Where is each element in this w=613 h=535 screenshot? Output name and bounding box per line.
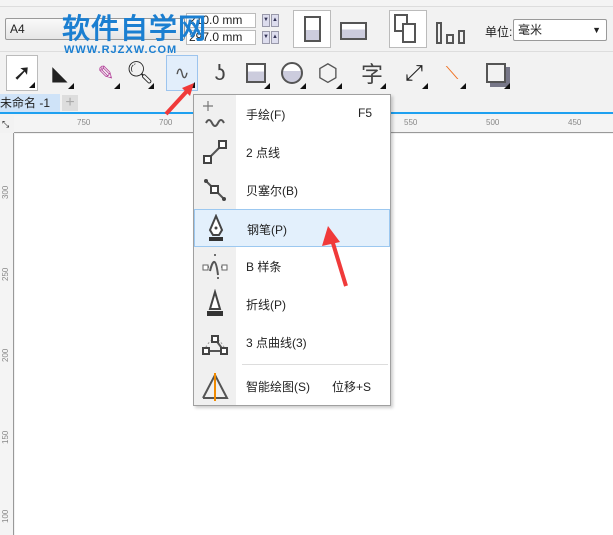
shape-tool[interactable]: ◣ xyxy=(44,55,76,91)
height-spin-up[interactable]: ▲ xyxy=(271,31,279,44)
ruler-label: 450 xyxy=(568,118,582,127)
landscape-button[interactable] xyxy=(340,22,367,40)
menu-item-label: 贝塞尔(B) xyxy=(246,184,298,198)
artistic-media-icon: ʖ xyxy=(214,60,226,85)
menu-item-label: 智能绘图(S) xyxy=(246,380,310,394)
unit-value: 毫米 xyxy=(518,23,543,37)
menu-item-label: 手绘(F) xyxy=(246,108,286,122)
portrait-button[interactable] xyxy=(293,10,331,48)
menu-item-bezier[interactable]: 贝塞尔(B) xyxy=(194,171,390,209)
menu-item-shortcut: 位移+S xyxy=(332,380,372,394)
pen-icon xyxy=(208,214,224,241)
menu-item-label: 钢笔(P) xyxy=(247,223,287,237)
page-size-value: A4 xyxy=(10,22,25,36)
shadow-icon xyxy=(486,63,506,83)
width-spin-up[interactable]: ▲ xyxy=(271,14,279,27)
dimension-tool[interactable]: ⤢ xyxy=(398,55,430,91)
eraser-tool[interactable]: ✎ xyxy=(90,55,122,91)
eraser-icon: ✎ xyxy=(97,62,115,85)
three-point-curve-icon xyxy=(202,335,228,355)
ruler-label: 200 xyxy=(1,348,10,362)
shadow-tool[interactable] xyxy=(480,55,512,91)
red-arrow-annotation xyxy=(164,83,194,116)
curve-tools-flyout-menu: 手绘(F) F5 2 点线 贝塞尔(B) 钢笔(P) B 样条 折线(P) 3 … xyxy=(193,94,391,406)
height-spin-down[interactable]: ▼ xyxy=(262,31,270,44)
pick-tool[interactable]: ➚ xyxy=(6,55,38,91)
menu-item-label: 3 点曲线(3) xyxy=(246,336,307,350)
watermark-logo: 软件自学网 WWW.RJZXW.COM xyxy=(62,13,208,57)
portrait-icon xyxy=(304,16,321,42)
rectangle-icon xyxy=(246,63,266,83)
menu-separator xyxy=(242,364,388,365)
menu-item-polyline[interactable]: 折线(P) xyxy=(194,285,390,323)
ruler-label: 100 xyxy=(1,509,10,523)
menu-item-smart-drawing[interactable]: 智能绘图(S) 位移+S xyxy=(194,367,390,405)
ruler-label: 750 xyxy=(77,118,91,127)
watermark-title: 软件自学网 xyxy=(62,13,208,44)
vertical-ruler: 300 250 200 150 100 xyxy=(0,133,14,535)
ruler-origin-icon[interactable]: ⤡ xyxy=(2,119,9,130)
unit-label: 单位: xyxy=(485,25,513,39)
bezier-icon xyxy=(204,179,226,201)
red-arrow-annotation xyxy=(322,226,348,287)
ruler-label: 250 xyxy=(1,267,10,281)
ellipse-icon xyxy=(281,62,303,84)
all-pages-button[interactable] xyxy=(389,10,427,48)
shape-icon: ◣ xyxy=(52,62,68,85)
two-point-line-icon xyxy=(203,140,227,164)
menu-item-b-spline[interactable]: B 样条 xyxy=(194,247,390,285)
polyline-icon xyxy=(207,289,223,316)
dimension-icon: ⤢ xyxy=(405,60,423,85)
b-spline-icon xyxy=(202,254,228,279)
menu-item-2-point-line[interactable]: 2 点线 xyxy=(194,133,390,171)
add-tab-button[interactable]: + xyxy=(62,95,78,111)
ruler-label: 300 xyxy=(1,185,10,199)
zoom-tool[interactable]: 🔍︎ xyxy=(124,55,156,91)
connector-icon: ⟍ xyxy=(445,62,459,83)
chevron-down-icon: ▼ xyxy=(592,25,601,35)
text-tool[interactable]: 字 xyxy=(356,55,388,91)
freehand-icon xyxy=(203,101,225,127)
menu-item-pen[interactable]: 钢笔(P) xyxy=(194,209,390,247)
menu-item-label: B 样条 xyxy=(246,260,282,274)
rectangle-tool[interactable] xyxy=(240,55,272,91)
toolbox: ➚ ◣ ✎ 🔍︎ ∿ ʖ ⬡ 字 ⤢ ⟍ xyxy=(0,53,613,93)
polygon-tool[interactable]: ⬡ xyxy=(312,55,344,91)
menu-item-label: 2 点线 xyxy=(246,146,281,160)
ruler-label: 150 xyxy=(1,430,10,444)
smart-drawing-icon xyxy=(202,372,229,401)
connector-tool[interactable]: ⟍ xyxy=(436,55,468,91)
menu-item-freehand[interactable]: 手绘(F) F5 xyxy=(194,95,390,133)
menu-item-label: 折线(P) xyxy=(246,298,286,312)
menu-item-3-point-curve[interactable]: 3 点曲线(3) xyxy=(194,323,390,361)
unit-select[interactable]: 毫米 ▼ xyxy=(513,19,607,41)
current-page-button[interactable] xyxy=(436,22,468,44)
ruler-label: 550 xyxy=(404,118,418,127)
ellipse-tool[interactable] xyxy=(276,55,308,91)
top-menu-strip xyxy=(0,0,613,7)
ruler-label: 500 xyxy=(486,118,500,127)
menu-item-shortcut: F5 xyxy=(358,106,373,120)
width-spin-down[interactable]: ▼ xyxy=(262,14,270,27)
artistic-media-tool[interactable]: ʖ xyxy=(204,55,236,91)
document-tab[interactable]: 未命名 -1 xyxy=(0,94,60,112)
